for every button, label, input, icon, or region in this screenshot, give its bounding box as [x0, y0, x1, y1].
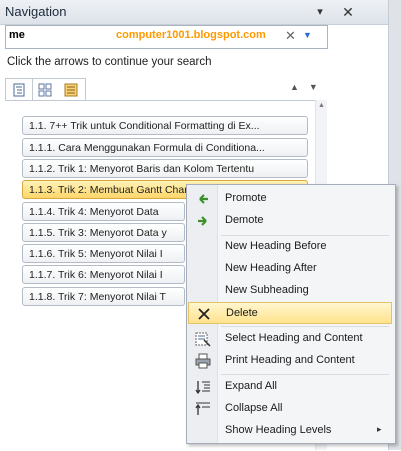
- tree-node[interactable]: 1.1.2. Trik 1: Menyorot Baris dan Kolom …: [22, 159, 308, 178]
- pane-close-icon[interactable]: ✕: [339, 3, 357, 21]
- search-hint: Click the arrows to continue your search: [7, 56, 212, 68]
- delete-x-icon: [198, 308, 210, 320]
- select-heading-icon: [195, 332, 211, 347]
- expand-all-icon: [195, 381, 210, 395]
- tree-node[interactable]: 1.1.7. Trik 6: Menyorot Nilai I: [22, 265, 185, 284]
- menu-item-new-subheading[interactable]: New Subheading: [187, 280, 393, 302]
- headings-view-icon: [13, 83, 25, 97]
- pane-options-chevron-icon[interactable]: ▾: [311, 3, 329, 21]
- results-view-icon: [64, 83, 78, 97]
- tree-node[interactable]: 1.1.6. Trik 5: Menyorot Nilai I: [22, 244, 185, 263]
- context-menu: Promote Demote New Heading Before New He…: [186, 184, 396, 444]
- menu-item-promote[interactable]: Promote: [187, 188, 393, 210]
- pane-title-bar: Navigation ▾ ✕: [0, 0, 388, 25]
- menu-item-expand-all[interactable]: Expand All: [187, 376, 393, 398]
- search-input[interactable]: me: [9, 29, 25, 41]
- menu-item-new-heading-before[interactable]: New Heading Before: [187, 236, 393, 258]
- search-options-dropdown-icon[interactable]: ▼: [303, 30, 312, 40]
- menu-separator: [221, 374, 389, 375]
- pages-view-icon: [38, 83, 52, 97]
- promote-arrow-icon: [199, 194, 208, 204]
- view-tabs: [5, 78, 86, 102]
- pane-title: Navigation: [5, 4, 67, 19]
- menu-item-select-heading[interactable]: Select Heading and Content: [187, 328, 393, 350]
- menu-item-collapse-all[interactable]: Collapse All: [187, 398, 393, 420]
- demote-arrow-icon: [198, 216, 207, 226]
- scroll-up-icon[interactable]: ▲: [318, 102, 325, 109]
- tree-node[interactable]: 1.1.4. Trik 4: Menyorot Data: [22, 202, 185, 221]
- tree-node[interactable]: 1.1.8. Trik 7: Menyorot Nilai T: [22, 287, 185, 306]
- submenu-arrow-icon: ▸: [377, 424, 382, 434]
- search-result-arrows[interactable]: ▲▼: [290, 82, 328, 92]
- tree-node[interactable]: 1.1. 7++ Trik untuk Conditional Formatti…: [22, 116, 308, 135]
- menu-item-demote[interactable]: Demote: [187, 210, 393, 232]
- menu-item-show-heading-levels[interactable]: Show Heading Levels ▸: [187, 420, 393, 442]
- tab-browse-headings[interactable]: [6, 79, 33, 101]
- tab-browse-results[interactable]: [58, 79, 84, 101]
- watermark-text: computer1001.blogspot.com: [116, 29, 266, 41]
- menu-separator: [221, 326, 389, 327]
- printer-icon: [195, 353, 211, 369]
- search-box[interactable]: me computer1001.blogspot.com ✕ ▼: [5, 25, 328, 49]
- tree-node[interactable]: 1.1.5. Trik 3: Menyorot Data y: [22, 223, 185, 242]
- menu-item-new-heading-after[interactable]: New Heading After: [187, 258, 393, 280]
- menu-item-print-heading[interactable]: Print Heading and Content: [187, 350, 393, 372]
- collapse-all-icon: [195, 402, 210, 415]
- clear-search-icon[interactable]: ✕: [285, 28, 296, 44]
- menu-item-delete[interactable]: Delete: [188, 302, 392, 324]
- navigation-pane: Navigation ▾ ✕ me computer1001.blogspot.…: [0, 0, 401, 451]
- tree-node[interactable]: 1.1.1. Cara Menggunakan Formula di Condi…: [22, 138, 308, 157]
- tab-browse-pages[interactable]: [32, 79, 58, 101]
